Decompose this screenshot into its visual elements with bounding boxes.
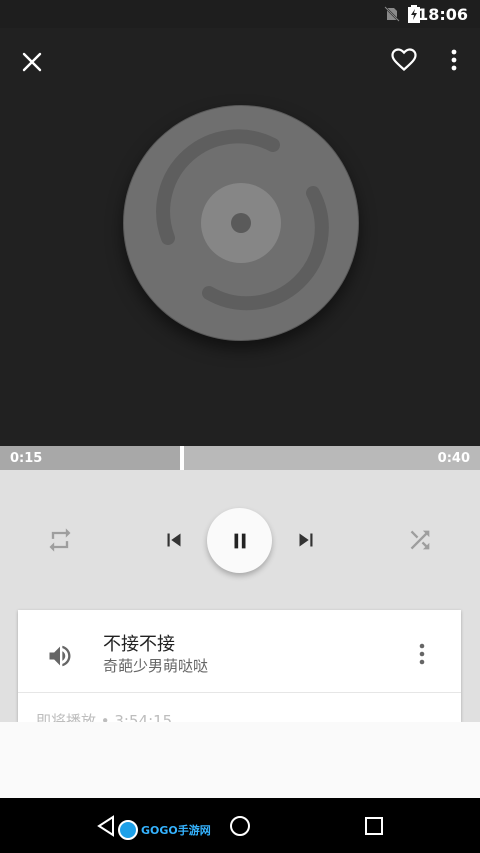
repeat-button[interactable] bbox=[36, 516, 84, 564]
speaker-icon bbox=[49, 645, 71, 667]
up-next-label: 即将播放 • 3:54:15 bbox=[36, 712, 173, 722]
skip-previous-icon bbox=[167, 533, 181, 547]
more-vert-icon bbox=[419, 643, 425, 665]
recents-icon bbox=[365, 817, 383, 835]
more-options-button[interactable] bbox=[434, 40, 474, 80]
album-art-area bbox=[0, 28, 480, 446]
elapsed-time: 0:15 bbox=[10, 451, 43, 466]
status-bar: 18:06 bbox=[0, 0, 480, 28]
next-button[interactable] bbox=[282, 516, 330, 564]
shuffle-button[interactable] bbox=[396, 516, 444, 564]
close-button[interactable] bbox=[12, 42, 52, 82]
more-vert-icon bbox=[451, 49, 457, 71]
divider bbox=[18, 692, 461, 693]
track-artist: 奇葩少男萌哒哒 bbox=[103, 657, 209, 675]
watermark-text: GOGO手游网 bbox=[141, 824, 211, 837]
recents-button[interactable] bbox=[358, 810, 390, 842]
now-playing-card[interactable]: 不接不接 奇葩少男萌哒哒 即将播放 • 3:54:15 bbox=[18, 610, 461, 722]
heart-outline-icon bbox=[391, 48, 417, 71]
total-time: 0:40 bbox=[437, 451, 470, 466]
track-more-button[interactable] bbox=[410, 636, 434, 672]
disc-placeholder-icon bbox=[156, 129, 329, 311]
watermark: GOGO手游网 bbox=[118, 820, 211, 840]
shuffle-icon bbox=[410, 530, 430, 550]
watermark-logo-icon bbox=[118, 820, 138, 840]
navigation-bar: GOGO手游网 bbox=[0, 798, 480, 853]
seek-bar-thumb[interactable] bbox=[180, 446, 184, 470]
pause-icon bbox=[234, 533, 245, 548]
close-icon bbox=[22, 52, 42, 72]
track-title: 不接不接 bbox=[103, 634, 175, 655]
playback-controls bbox=[0, 470, 480, 610]
empty-area bbox=[0, 722, 480, 798]
speaker-indicator bbox=[42, 638, 78, 674]
album-disc bbox=[123, 105, 359, 341]
seek-bar[interactable]: 0:15 0:40 bbox=[0, 446, 480, 470]
skip-next-icon bbox=[299, 533, 313, 547]
no-sim-icon bbox=[384, 6, 400, 22]
home-button[interactable] bbox=[224, 810, 256, 842]
pause-button[interactable] bbox=[207, 508, 272, 573]
favorite-button[interactable] bbox=[384, 40, 424, 80]
home-icon bbox=[230, 816, 250, 836]
repeat-icon bbox=[49, 528, 71, 552]
status-time: 18:06 bbox=[417, 5, 468, 24]
previous-button[interactable] bbox=[150, 516, 198, 564]
back-icon bbox=[97, 815, 114, 837]
